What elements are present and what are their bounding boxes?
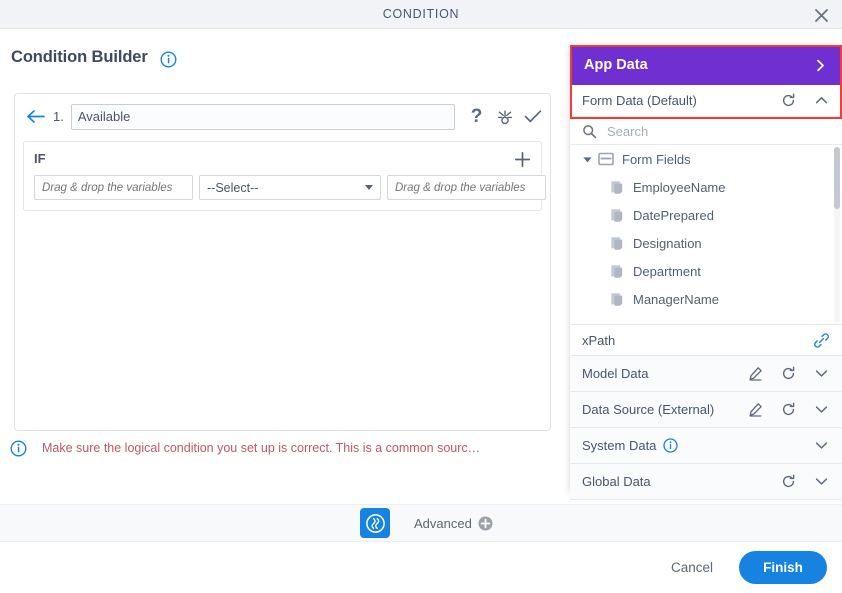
if-block: IF --Select--	[23, 141, 546, 211]
chevron-right-icon	[812, 57, 828, 73]
field-icon	[608, 179, 626, 195]
field-icon	[608, 291, 626, 307]
tree-scrollbar-thumb[interactable]	[834, 147, 840, 209]
search-input[interactable]	[605, 121, 830, 141]
cancel-button[interactable]: Cancel	[665, 559, 719, 576]
if-label: IF	[34, 151, 46, 166]
condition-header: 1. ?	[15, 94, 550, 139]
tree-node-designation[interactable]: Designation	[570, 229, 842, 257]
refresh-icon[interactable]	[780, 92, 797, 109]
section-label: Model Data	[582, 366, 649, 381]
form-data-actions	[780, 92, 830, 109]
chevron-up-icon[interactable]	[813, 92, 830, 109]
info-icon	[10, 439, 27, 457]
condition-builder-pane: Condition Builder 1. ?	[0, 29, 570, 493]
dialog-titlebar: CONDITION	[0, 0, 842, 29]
operator-select-value: --Select--	[207, 180, 259, 195]
plus-icon[interactable]	[512, 149, 532, 169]
app-data-label: App Data	[584, 57, 648, 73]
form-data-header[interactable]: Form Data (Default)	[570, 85, 842, 117]
chevron-down-icon[interactable]	[813, 437, 830, 454]
tree-node-department[interactable]: Department	[570, 257, 842, 285]
app-data-header[interactable]: App Data	[570, 45, 842, 85]
dialog-footer: Cancel Finish	[0, 542, 842, 593]
section-model-data[interactable]: Model Data	[570, 356, 842, 392]
tree-node-label: DatePrepared	[633, 207, 714, 223]
field-icon	[608, 207, 626, 223]
check-icon[interactable]	[523, 106, 542, 127]
section-label: Global Data	[582, 474, 651, 489]
advanced-bar: Advanced	[0, 504, 842, 542]
tree-node-label: ManagerName	[633, 291, 719, 307]
info-icon[interactable]	[663, 438, 679, 453]
info-icon[interactable]	[160, 51, 177, 68]
app-data-panel: App Data Form Data (Default) Search Form…	[570, 45, 842, 500]
warning-message: Make sure the logical condition you set …	[10, 437, 555, 459]
plus-circle-icon[interactable]	[478, 516, 493, 531]
chevron-down-icon[interactable]	[813, 401, 830, 418]
tree-node-label: Department	[633, 263, 701, 279]
field-icon	[608, 235, 626, 251]
tree-node-label: EmployeeName	[633, 179, 726, 195]
refresh-icon[interactable]	[780, 473, 797, 490]
if-condition-row: --Select--	[34, 175, 546, 200]
edit-icon[interactable]	[747, 401, 764, 418]
advanced-label: Advanced	[414, 515, 472, 531]
search-icon	[582, 124, 597, 139]
chevron-down-icon[interactable]	[813, 473, 830, 490]
condition-card: 1. ?	[14, 93, 551, 431]
tree-node-managername[interactable]: ManagerName	[570, 285, 842, 313]
search-row	[570, 118, 842, 145]
section-label: System Data	[582, 438, 657, 453]
test-condition-icon[interactable]	[495, 106, 514, 127]
xpath-row[interactable]: xPath	[570, 326, 842, 356]
condition-header-icons: ?	[465, 106, 542, 127]
lhs-variable-input[interactable]	[34, 175, 193, 200]
form-fields-tree: Form Fields EmployeeName DatePrepared De…	[570, 145, 842, 325]
help-icon[interactable]: ?	[467, 106, 486, 127]
warning-text: Make sure the logical condition you set …	[42, 441, 481, 455]
tree-node-dateprepared[interactable]: DatePrepared	[570, 201, 842, 229]
operator-select[interactable]: --Select--	[199, 175, 381, 200]
dialog-title: CONDITION	[382, 7, 460, 21]
condition-dialog: CONDITION Condition Builder 1. Available…	[0, 0, 842, 593]
form-data-label: Form Data (Default)	[582, 93, 697, 108]
advanced-mode-icon[interactable]	[360, 508, 390, 538]
rhs-variable-input[interactable]	[387, 175, 546, 200]
section-label: Data Source (External)	[582, 402, 715, 417]
xpath-label: xPath	[582, 333, 616, 348]
form-icon	[597, 151, 615, 167]
tree-node-label: Form Fields	[622, 151, 691, 167]
tree-node-label: Designation	[633, 235, 702, 251]
chevron-down-icon	[365, 185, 373, 190]
back-arrow-icon[interactable]	[21, 103, 49, 131]
link-icon[interactable]	[813, 332, 830, 349]
data-sections: Model Data Data Source (External) System…	[570, 356, 842, 500]
section-data-source-external[interactable]: Data Source (External)	[570, 392, 842, 428]
page-title: Condition Builder	[11, 48, 148, 66]
tree-node-form-fields[interactable]: Form Fields	[570, 145, 842, 173]
section-global-data[interactable]: Global Data	[570, 464, 842, 500]
finish-button[interactable]: Finish	[739, 551, 827, 584]
refresh-icon[interactable]	[780, 401, 797, 418]
chevron-down-icon[interactable]	[813, 365, 830, 382]
section-system-data[interactable]: System Data	[570, 428, 842, 464]
condition-name-input[interactable]	[70, 103, 455, 130]
edit-icon[interactable]	[747, 365, 764, 382]
refresh-icon[interactable]	[780, 365, 797, 382]
tree-node-employeename[interactable]: EmployeeName	[570, 173, 842, 201]
close-icon[interactable]	[810, 4, 832, 26]
field-icon	[608, 263, 626, 279]
condition-number: 1.	[53, 109, 64, 124]
caret-down-icon[interactable]	[580, 152, 594, 166]
